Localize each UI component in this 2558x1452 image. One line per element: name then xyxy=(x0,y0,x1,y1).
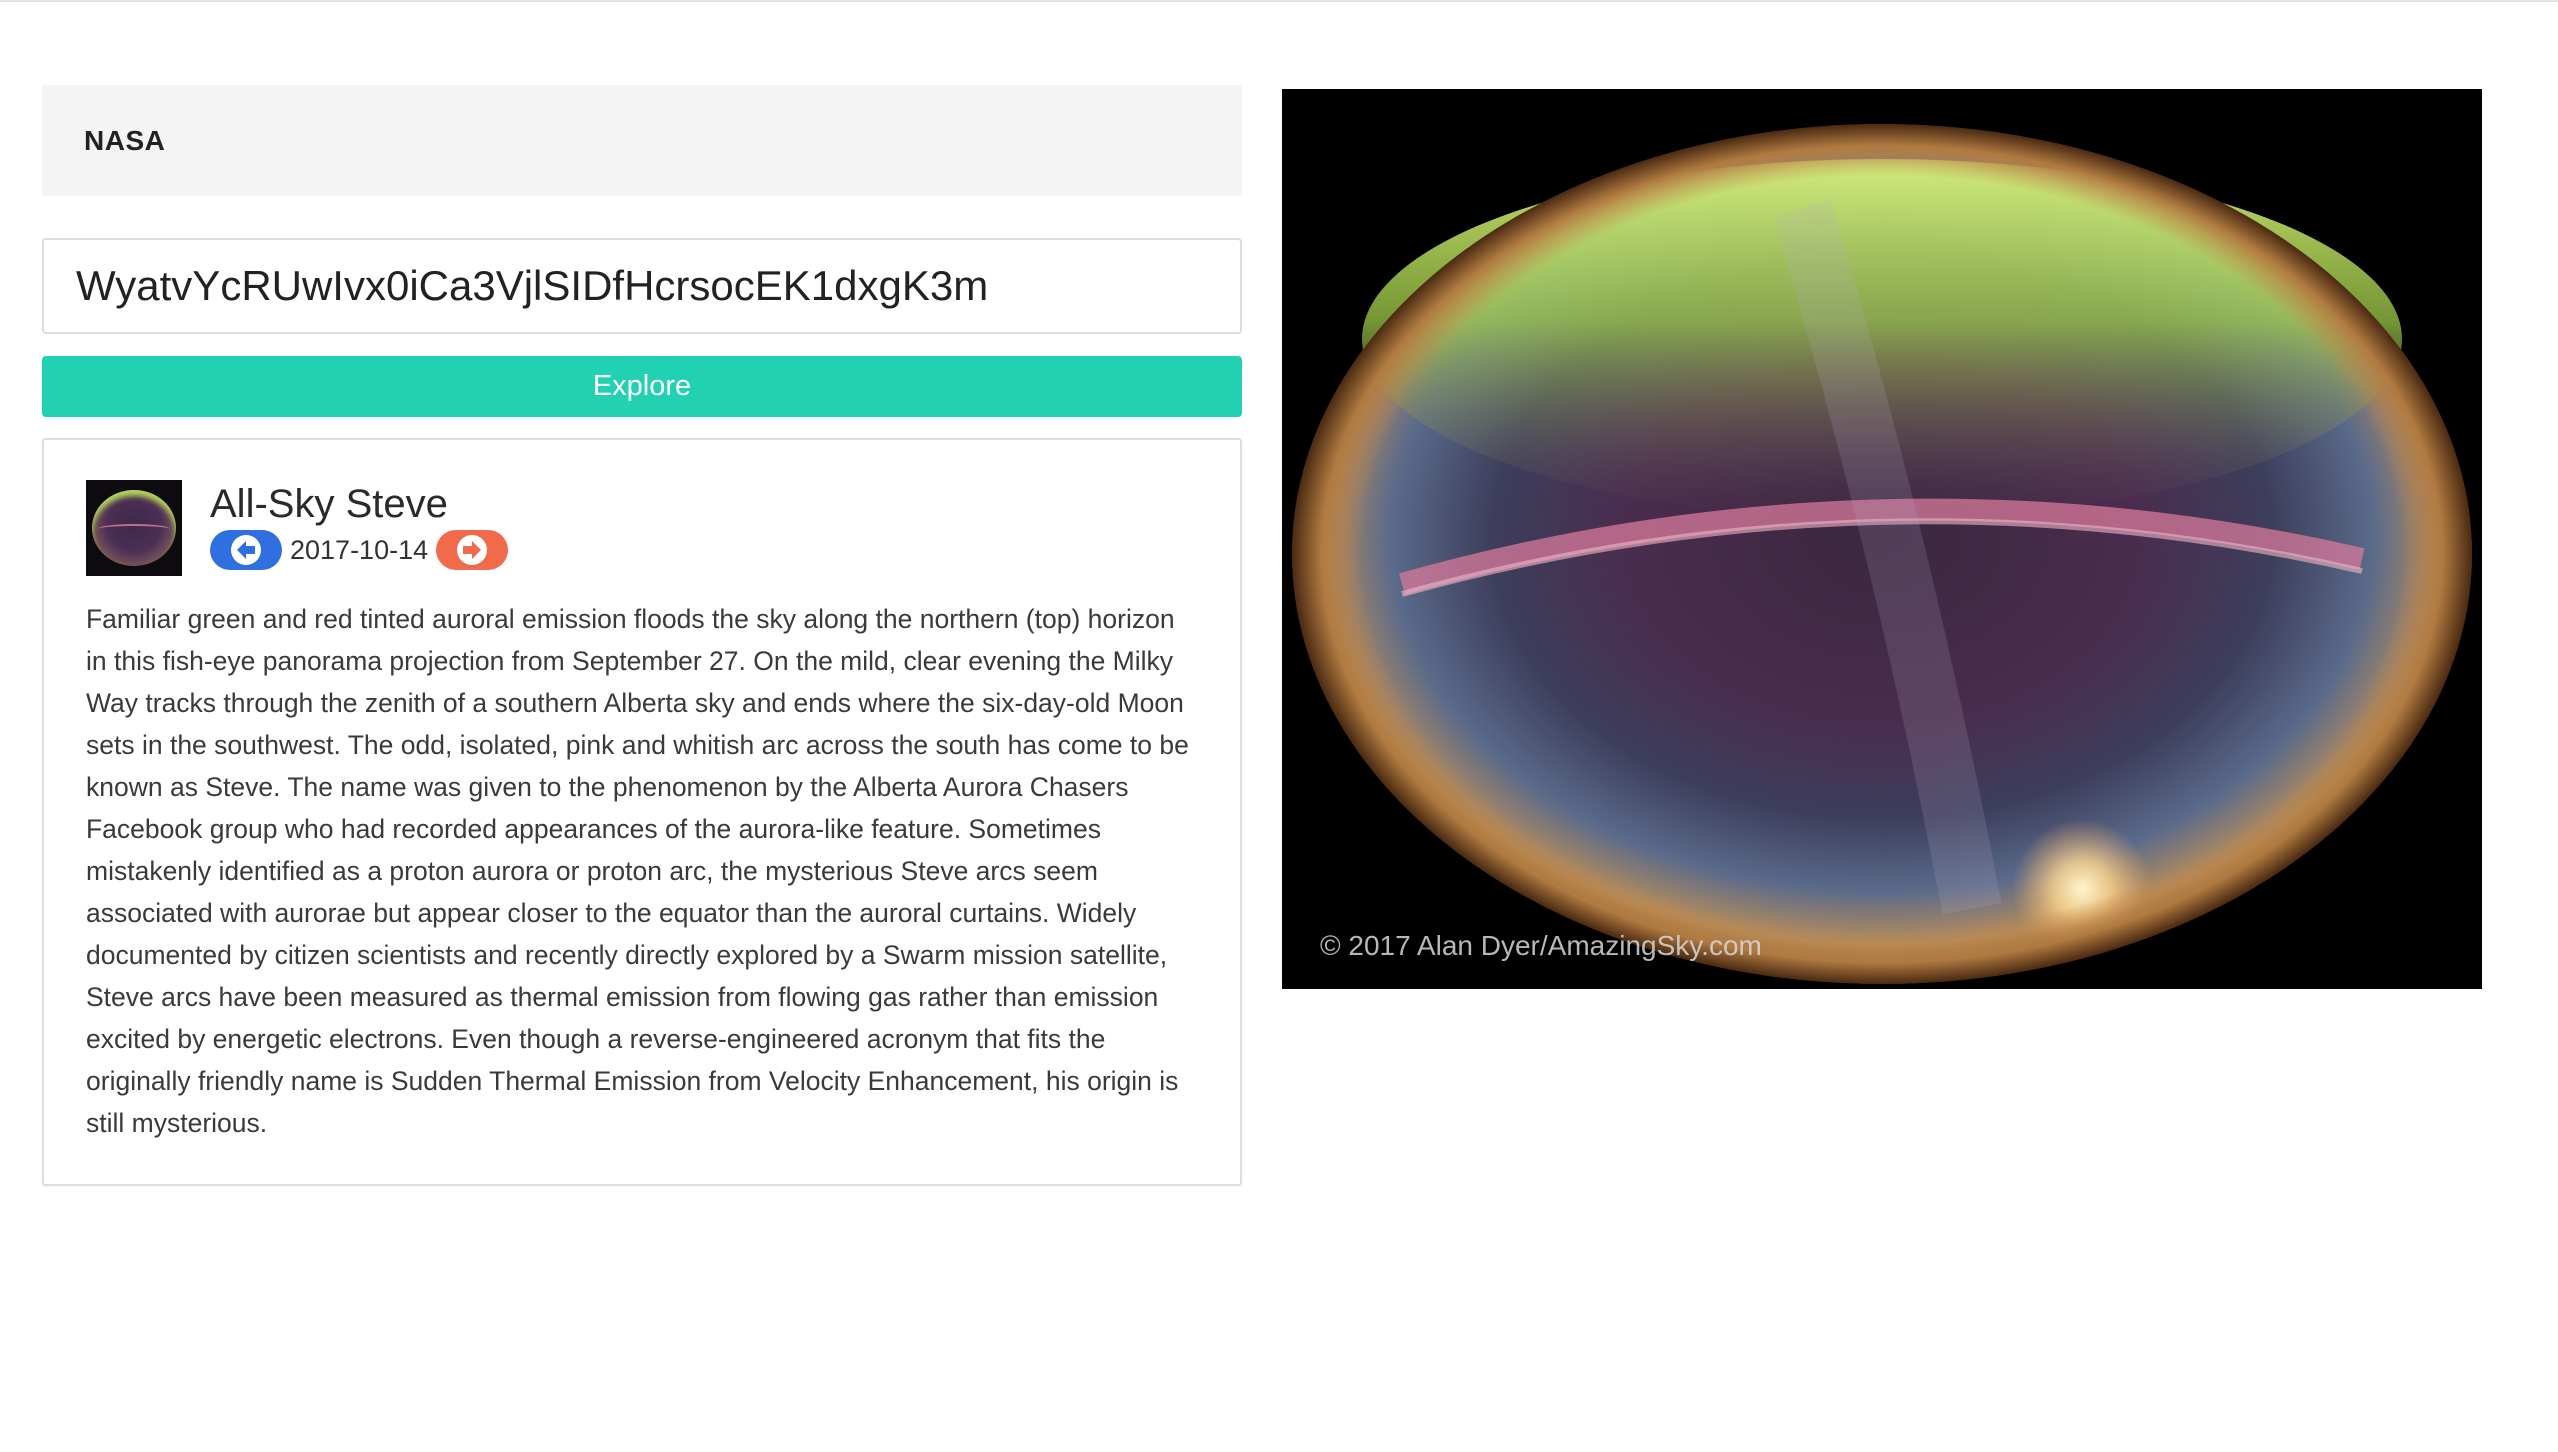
apod-image[interactable]: © 2017 Alan Dyer/AmazingSky.com xyxy=(1282,89,2482,989)
apod-thumbnail xyxy=(86,480,182,576)
apod-date: 2017-10-14 xyxy=(290,534,429,565)
next-day-button[interactable] xyxy=(436,530,509,570)
top-divider xyxy=(0,0,2558,2)
previous-day-button[interactable] xyxy=(210,530,282,570)
photo-copyright: © 2017 Alan Dyer/AmazingSky.com xyxy=(1320,930,1762,961)
api-key-input[interactable] xyxy=(42,238,1242,334)
apod-title: All-Sky Steve xyxy=(210,482,448,526)
header-bar: NASA xyxy=(42,85,1242,196)
arrow-right-icon xyxy=(457,535,488,565)
arrow-left-icon xyxy=(231,535,261,565)
apod-card: All-Sky Steve 2017-10-14 Familiar green … xyxy=(42,438,1242,1186)
brand-title: NASA xyxy=(84,124,166,156)
date-navigation: 2017-10-14 xyxy=(210,530,509,570)
left-column: NASA Explore All-Sky Steve 2017-10-14 xyxy=(42,85,1242,1186)
apod-card-header: All-Sky Steve 2017-10-14 xyxy=(86,480,1198,576)
title-block: All-Sky Steve 2017-10-14 xyxy=(210,480,509,570)
apod-description: Familiar green and red tinted auroral em… xyxy=(86,604,1189,1138)
explore-button[interactable]: Explore xyxy=(42,356,1242,417)
